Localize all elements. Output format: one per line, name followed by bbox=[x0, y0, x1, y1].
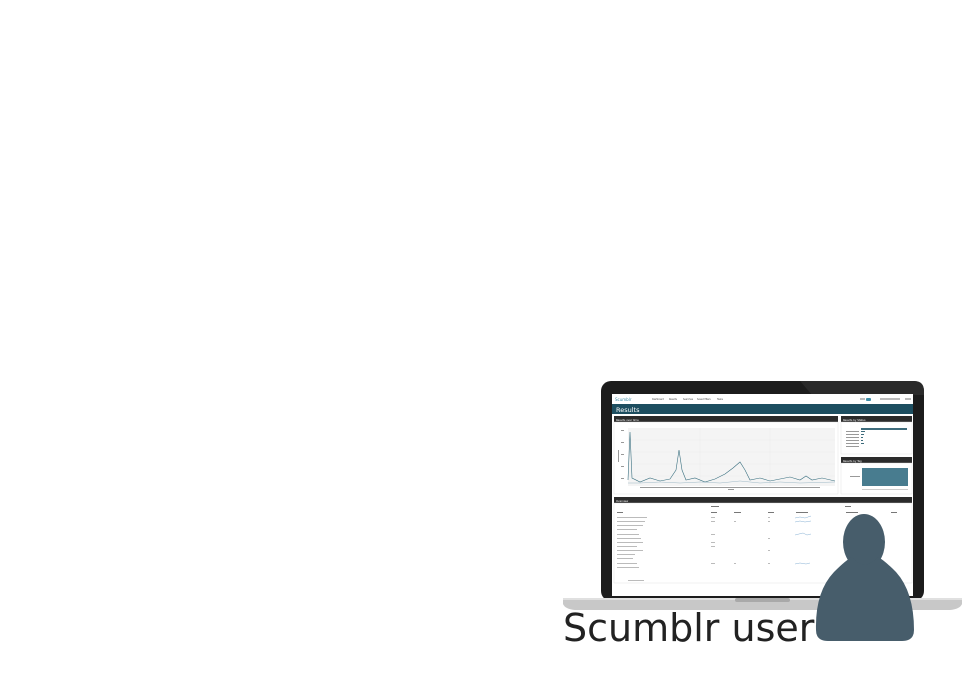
results-by-tag-panel: Results by Tag bbox=[840, 457, 913, 495]
results-by-status-panel: Results by Status bbox=[840, 416, 913, 455]
nav-item-searches[interactable]: Searches bbox=[683, 398, 694, 401]
nav-item-results[interactable]: Results bbox=[669, 398, 678, 401]
page-title: Results bbox=[616, 406, 640, 414]
illustration-scene: Scumblr Dashboard Results Searches Saved… bbox=[563, 381, 962, 641]
app-logo: Scumblr bbox=[615, 397, 632, 402]
page-title-bar bbox=[612, 404, 913, 414]
panel-title-by-status: Results by Status bbox=[843, 418, 866, 422]
nav-item-saved-filters[interactable]: Saved filters bbox=[697, 398, 712, 401]
panel-title-by-tag: Results by Tag bbox=[843, 459, 862, 463]
results-over-time-panel: Results over time bbox=[613, 416, 839, 495]
nav-badge bbox=[866, 398, 871, 401]
nav-item-tasks[interactable]: Tasks bbox=[717, 398, 724, 401]
panel-title-overview: Overview bbox=[616, 499, 629, 503]
panel-title-over-time: Results over time bbox=[616, 418, 639, 422]
nav-item-dashboard[interactable]: Dashboard bbox=[652, 398, 664, 401]
caption-label: Scumblr user bbox=[563, 606, 815, 650]
